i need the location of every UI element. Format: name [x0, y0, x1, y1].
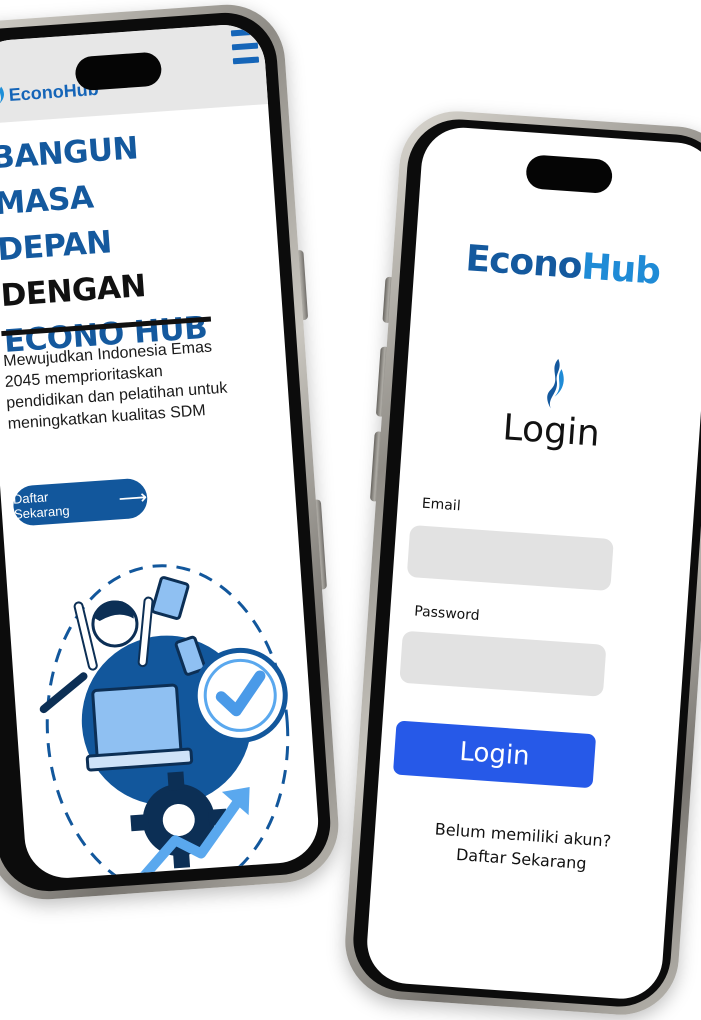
brand-wordmark-econo: Econo [464, 238, 583, 288]
login-screen: EconoHub Login Email Password Login Belu… [364, 124, 701, 1002]
password-field[interactable] [399, 630, 607, 697]
dynamic-island [74, 51, 163, 92]
login-button-label: Login [458, 736, 531, 772]
hero-line-1: BANGUN MASA [0, 130, 140, 223]
econohub-flame-icon [547, 358, 564, 409]
register-button[interactable]: Daftar Sekarang ⟶ [12, 477, 149, 527]
brand-wordmark: EconoHub [414, 235, 701, 297]
arrow-right-icon: ⟶ [117, 486, 148, 511]
email-label: Email [421, 495, 462, 515]
login-title: Login [501, 407, 602, 455]
signup-prompt: Belum memiliki akun? Daftar Sekarang [373, 813, 672, 882]
econohub-flame-icon [0, 86, 4, 105]
email-field[interactable] [406, 524, 614, 592]
password-label: Password [413, 603, 481, 624]
hero-illustration [39, 564, 290, 881]
dynamic-island [525, 154, 614, 195]
login-button[interactable]: Login [392, 720, 597, 789]
register-button-label: Daftar Sekarang [12, 489, 71, 522]
brand-wordmark-hub: Hub [580, 246, 662, 293]
landing-phone: EconoHub BANGUN MASA DEPAN DENGAN ECONO … [0, 0, 343, 904]
login-phone: EconoHub Login Email Password Login Belu… [341, 107, 701, 1019]
menu-icon[interactable] [230, 28, 260, 73]
hero-description: Mewujudkan Indonesia Emas 2045 mempriori… [2, 338, 228, 433]
pen-icon [39, 672, 88, 714]
